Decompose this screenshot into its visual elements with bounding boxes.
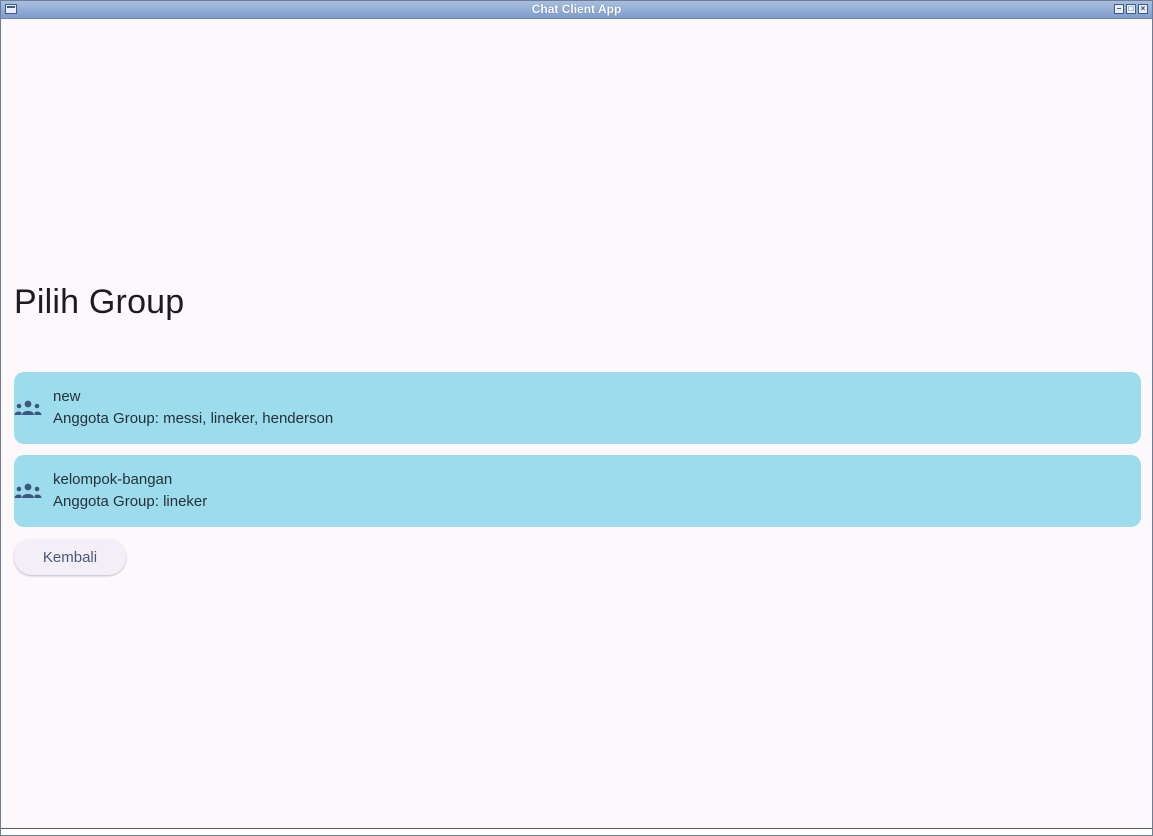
page-title: Pilih Group	[14, 283, 185, 321]
window-menu-icon[interactable]	[5, 4, 17, 14]
minimize-icon[interactable]: –	[1114, 4, 1124, 14]
group-name: new	[53, 388, 81, 405]
window-title: Chat Client App	[531, 2, 622, 16]
window-controls: – □ ×	[1114, 4, 1148, 14]
group-card-new[interactable]: new Anggota Group: messi, lineker, hende…	[14, 372, 1141, 444]
back-button[interactable]: Kembali	[14, 539, 126, 575]
group-name: kelompok-bangan	[53, 471, 173, 488]
close-icon[interactable]: ×	[1138, 4, 1148, 14]
group-members: Anggota Group: messi, lineker, henderson	[53, 410, 334, 427]
group-icon	[14, 400, 42, 415]
app-window: Chat Client App – □ × Pilih Group new An…	[0, 0, 1153, 836]
window-bottom-edge	[1, 828, 1152, 835]
group-card-kelompok-bangan[interactable]: kelompok-bangan Anggota Group: lineker	[14, 455, 1141, 527]
maximize-icon[interactable]: □	[1126, 4, 1136, 14]
group-members: Anggota Group: lineker	[53, 493, 208, 510]
window-titlebar[interactable]: Chat Client App – □ ×	[1, 1, 1152, 19]
group-icon	[14, 483, 42, 498]
